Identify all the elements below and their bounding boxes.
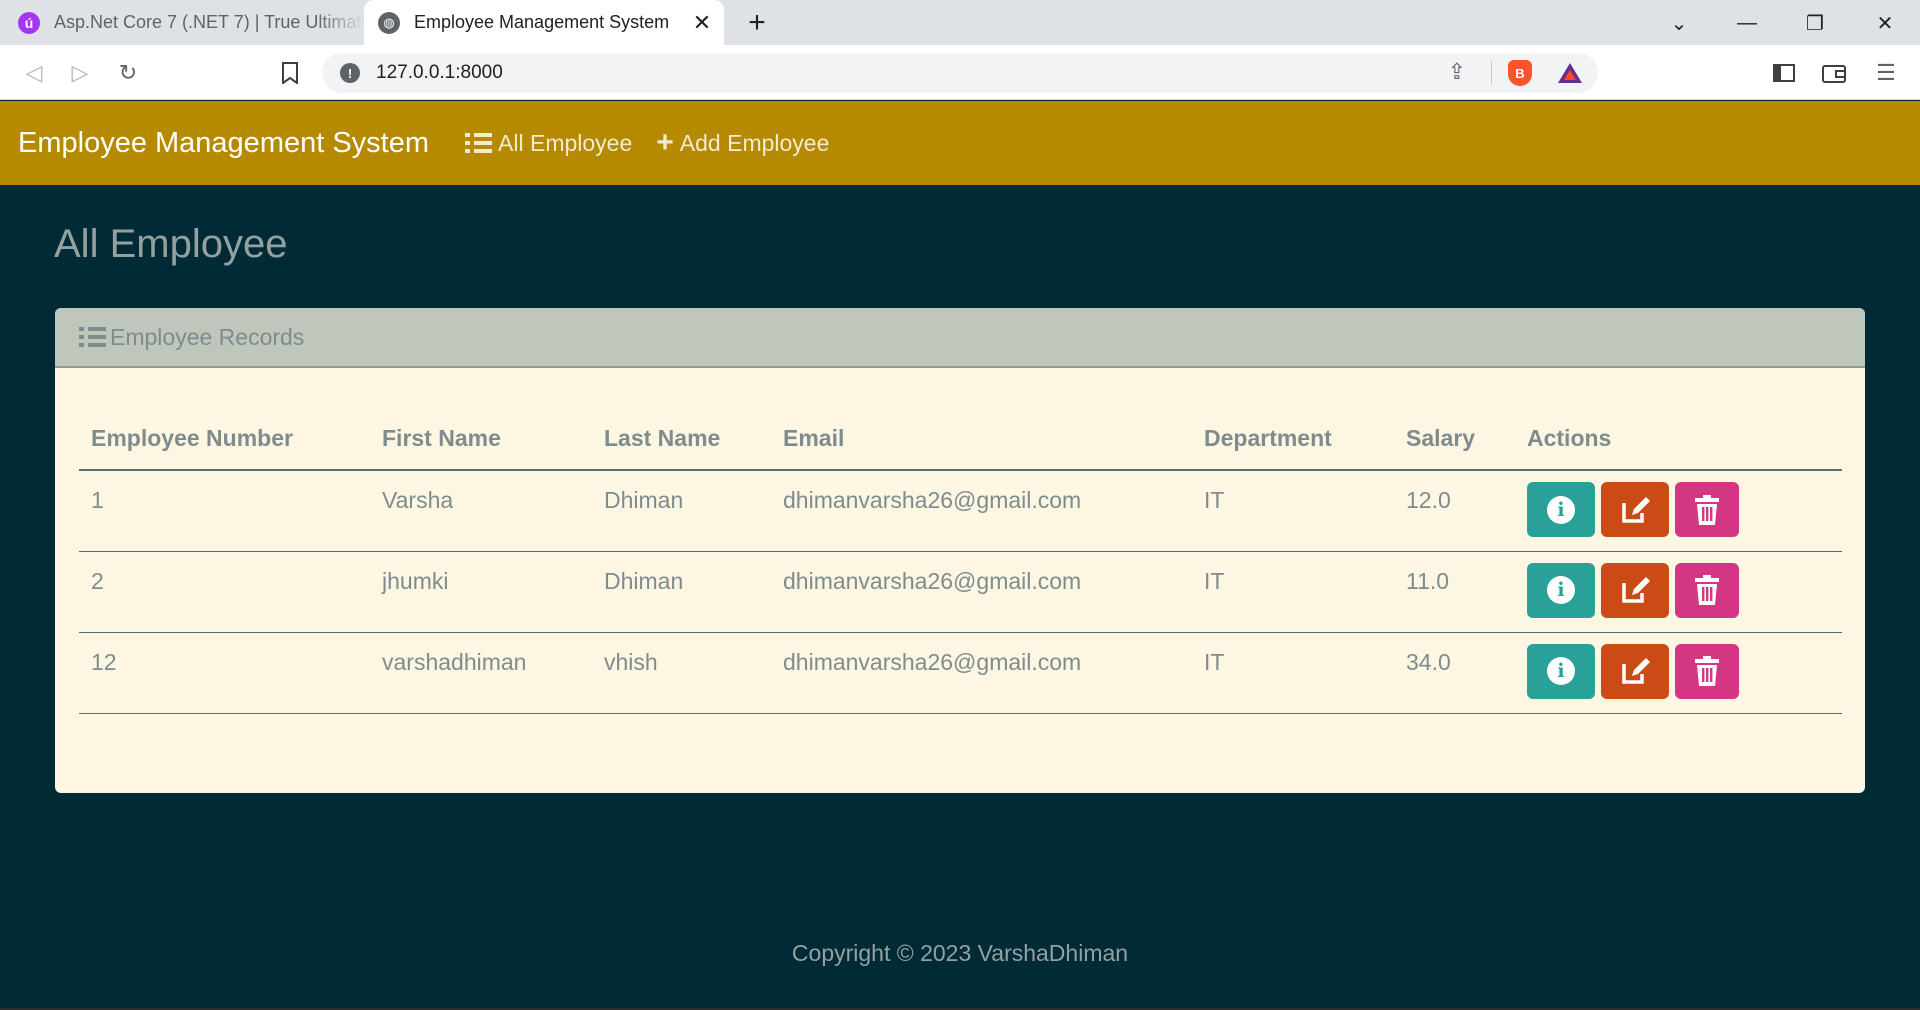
nav-link-label: Add Employee <box>679 129 830 156</box>
page-title: All Employee <box>54 222 288 266</box>
browser-toolbar: ◁ ▷ ↻ ! 127.0.0.1:8000 ⇪ B ☰ <box>0 45 1920 100</box>
tab-title: Employee Management System <box>414 12 670 32</box>
close-tab-icon[interactable]: ✕ <box>688 9 716 37</box>
info-icon: i <box>1547 495 1575 524</box>
back-icon[interactable]: ◁ <box>16 55 52 91</box>
cell-actions: i <box>1515 470 1842 552</box>
url-text: 127.0.0.1:8000 <box>376 62 503 83</box>
cell-department: IT <box>1192 551 1394 633</box>
info-icon: i <box>1547 576 1575 604</box>
site-info-icon[interactable]: ! <box>340 63 360 83</box>
cell-salary: 34.0 <box>1394 632 1515 714</box>
cell-actions: i <box>1515 632 1842 714</box>
cell-number: 2 <box>79 551 370 633</box>
brave-shield-icon[interactable]: B <box>1508 60 1532 86</box>
column-header: Employee Number <box>79 420 370 471</box>
delete-icon <box>1695 494 1719 525</box>
list-icon <box>465 133 493 153</box>
info-icon: i <box>1547 657 1575 685</box>
browser-tab-bar: ú Asp.Net Core 7 (.NET 7) | True Ultimat… <box>0 0 1920 45</box>
employee-records-card: Employee Records Employee Number First N… <box>55 308 1865 793</box>
navbar-brand[interactable]: Employee Management System <box>18 127 429 160</box>
sidebar-icon[interactable] <box>1766 55 1802 91</box>
cell-last-name: vhish <box>592 632 771 714</box>
browser-tab-active[interactable]: ◍ Employee Management System ✕ <box>364 0 724 45</box>
app-navbar: Employee Management System All Employee … <box>0 101 1920 185</box>
table-row: 12 varshadhiman vhish dhimanvarsha26@gma… <box>79 632 1842 714</box>
cell-last-name: Dhiman <box>592 551 771 633</box>
tab-search-icon[interactable]: ⌄ <box>1662 6 1696 40</box>
cell-first-name: varshadhiman <box>370 632 592 714</box>
cell-email: dhimanvarsha26@gmail.com <box>771 551 1192 633</box>
edit-button[interactable] <box>1601 643 1669 699</box>
cell-actions: i <box>1515 551 1842 633</box>
cell-first-name: Varsha <box>370 470 592 552</box>
delete-button[interactable] <box>1675 643 1739 699</box>
edit-icon <box>1622 577 1650 603</box>
view-button[interactable]: i <box>1527 643 1595 699</box>
cell-email: dhimanvarsha26@gmail.com <box>771 632 1192 714</box>
bookmark-icon[interactable] <box>272 55 308 91</box>
edit-button[interactable] <box>1601 482 1669 537</box>
employee-table: Employee Number First Name Last Name Ema… <box>79 420 1842 714</box>
column-header: First Name <box>370 420 592 471</box>
column-header: Email <box>771 420 1192 471</box>
card-header: Employee Records <box>55 308 1865 368</box>
menu-icon[interactable]: ☰ <box>1868 55 1904 91</box>
view-button[interactable]: i <box>1527 562 1595 618</box>
table-row: 2 jhumki Dhiman dhimanvarsha26@gmail.com… <box>79 551 1842 633</box>
restore-icon[interactable]: ❐ <box>1798 6 1832 40</box>
share-icon[interactable]: ⇪ <box>1448 59 1466 85</box>
udemy-icon: ú <box>18 11 40 34</box>
list-icon <box>79 327 106 347</box>
column-header: Salary <box>1394 420 1515 471</box>
table-header-row: Employee Number First Name Last Name Ema… <box>79 420 1842 471</box>
cell-first-name: jhumki <box>370 551 592 633</box>
globe-icon: ◍ <box>378 11 400 34</box>
new-tab-icon[interactable]: + <box>740 6 774 40</box>
cell-department: IT <box>1192 632 1394 714</box>
browser-tab[interactable]: ú Asp.Net Core 7 (.NET 7) | True Ultimat… <box>0 0 364 45</box>
delete-icon <box>1695 656 1719 686</box>
footer-copyright: Copyright © 2023 VarshaDhiman <box>791 940 1129 966</box>
column-header: Actions <box>1515 420 1842 471</box>
brave-rewards-icon[interactable] <box>1556 61 1584 85</box>
edit-icon <box>1622 496 1650 523</box>
plus-icon: + <box>656 126 674 159</box>
edit-button[interactable] <box>1601 562 1669 618</box>
column-header: Department <box>1192 420 1394 471</box>
cell-department: IT <box>1192 470 1394 552</box>
delete-button[interactable] <box>1675 482 1739 537</box>
cell-salary: 12.0 <box>1394 470 1515 552</box>
edit-icon <box>1622 658 1650 684</box>
tab-title: Asp.Net Core 7 (.NET 7) | True Ultimate <box>54 12 364 32</box>
nav-link-label: All Employee <box>498 129 633 156</box>
column-header: Last Name <box>592 420 771 471</box>
close-window-icon[interactable]: ✕ <box>1868 6 1902 40</box>
cell-email: dhimanvarsha26@gmail.com <box>771 470 1192 552</box>
divider <box>1491 61 1492 85</box>
forward-icon[interactable]: ▷ <box>62 55 98 91</box>
minimize-icon[interactable]: — <box>1730 6 1764 40</box>
delete-button[interactable] <box>1675 562 1739 618</box>
address-bar[interactable]: ! 127.0.0.1:8000 ⇪ B <box>322 53 1598 93</box>
nav-all-employee[interactable]: All Employee <box>465 130 632 157</box>
nav-add-employee[interactable]: + Add Employee <box>656 128 829 158</box>
cell-salary: 11.0 <box>1394 551 1515 633</box>
reload-icon[interactable]: ↻ <box>110 55 146 91</box>
wallet-icon[interactable] <box>1816 55 1852 91</box>
card-title: Employee Records <box>110 323 305 350</box>
view-button[interactable]: i <box>1527 482 1595 537</box>
cell-number: 1 <box>79 470 370 552</box>
cell-number: 12 <box>79 632 370 714</box>
table-row: 1 Varsha Dhiman dhimanvarsha26@gmail.com… <box>79 470 1842 552</box>
cell-last-name: Dhiman <box>592 470 771 552</box>
delete-icon <box>1695 575 1719 605</box>
